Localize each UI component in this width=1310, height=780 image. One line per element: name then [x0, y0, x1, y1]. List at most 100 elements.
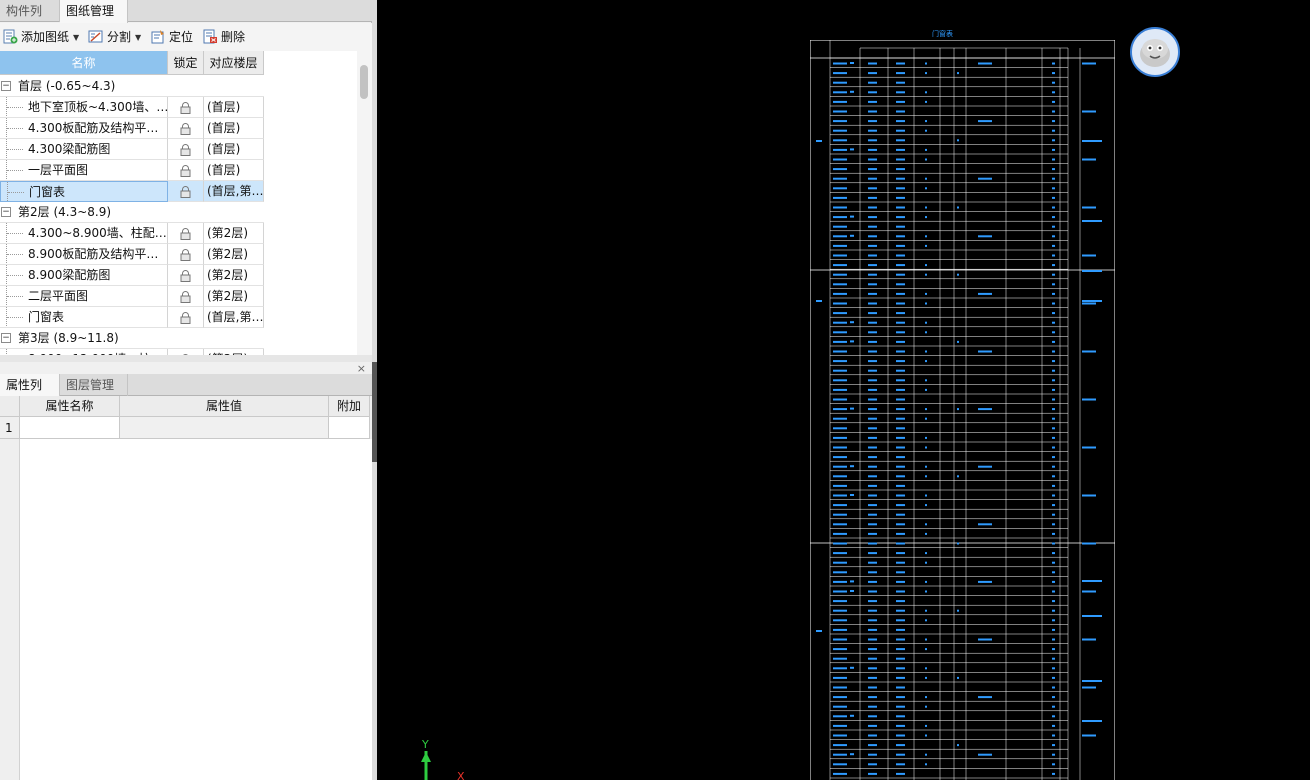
collapse-icon[interactable]: −: [1, 333, 11, 343]
column-header-floor[interactable]: 对应楼层: [204, 51, 264, 75]
property-extra-cell[interactable]: [329, 417, 370, 439]
lock-icon: [180, 123, 191, 138]
property-value-cell[interactable]: [120, 417, 329, 439]
tab-component-list[interactable]: 构件列表: [0, 0, 60, 40]
tree-connector: [7, 254, 23, 255]
group-label: 首层 (-0.65~4.3): [18, 79, 116, 93]
split-button[interactable]: 分割 ▼: [88, 27, 141, 47]
lock-icon: [180, 102, 191, 117]
lock-cell[interactable]: [168, 265, 204, 286]
scrollbar-thumb[interactable]: [360, 65, 368, 99]
properties-panel: × 属性列表 图层管理 属性名称 属性值 附加 1: [0, 362, 372, 780]
drawing-name-cell[interactable]: 8.900板配筋及结构平…: [0, 244, 168, 265]
tree-drawing-row[interactable]: 4.300~8.900墙、柱配… (第2层): [0, 223, 264, 244]
property-name-cell[interactable]: [20, 417, 120, 439]
drawing-name-cell[interactable]: 4.300~8.900墙、柱配…: [0, 223, 168, 244]
lock-cell[interactable]: [168, 118, 204, 139]
drawing-name-cell[interactable]: 8.900梁配筋图: [0, 265, 168, 286]
tree-connector: [7, 275, 23, 276]
collapse-icon[interactable]: −: [1, 81, 11, 91]
column-header-extra: 附加: [329, 396, 370, 417]
floor-cell[interactable]: (首层,第…: [204, 307, 264, 328]
assistant-avatar-icon[interactable]: [1130, 27, 1180, 77]
drawing-name-label: 一层平面图: [28, 163, 89, 177]
tree-group-row[interactable]: − 第2层 (4.3~8.9): [0, 202, 264, 223]
properties-empty-area: [0, 439, 372, 780]
chevron-down-icon: ▼: [73, 33, 80, 42]
lock-icon: [180, 249, 191, 264]
lock-cell[interactable]: [168, 97, 204, 118]
row-number-header: [0, 396, 20, 417]
drawing-title: 门窗表: [932, 30, 953, 38]
lock-cell[interactable]: [168, 160, 204, 181]
drawing-name-label: 门窗表: [29, 185, 66, 199]
group-label: 第3层 (8.9~11.8): [18, 331, 119, 345]
tree-connector: [7, 317, 23, 318]
tab-property-list[interactable]: 属性列表: [0, 374, 60, 414]
drawing-name-cell[interactable]: 4.300板配筋及结构平…: [0, 118, 168, 139]
floor-cell[interactable]: (第2层): [204, 265, 264, 286]
drawing-name-cell[interactable]: 4.300梁配筋图: [0, 139, 168, 160]
lock-cell[interactable]: [168, 286, 204, 307]
drawing-name-cell[interactable]: 一层平面图: [0, 160, 168, 181]
lock-icon: [180, 228, 191, 243]
floor-cell[interactable]: (首层,第…: [204, 181, 264, 202]
floor-cell[interactable]: (第2层): [204, 223, 264, 244]
group-name-cell[interactable]: − 第2层 (4.3~8.9): [0, 202, 264, 223]
column-header-name[interactable]: 名称: [0, 51, 168, 75]
floor-cell[interactable]: (首层): [204, 97, 264, 118]
tree-drawing-row[interactable]: 门窗表 (首层,第…: [0, 307, 264, 328]
tab-drawing-management[interactable]: 图纸管理: [60, 0, 128, 23]
group-label: 第2层 (4.3~8.9): [18, 205, 112, 219]
tree-drawing-row[interactable]: 地下室顶板~4.300墙、… (首层): [0, 97, 264, 118]
delete-icon: [203, 29, 217, 44]
group-name-cell[interactable]: − 首层 (-0.65~4.3): [0, 76, 264, 97]
locate-button[interactable]: 定位: [151, 27, 193, 47]
tree-group-row[interactable]: − 第3层 (8.9~11.8): [0, 328, 264, 349]
panel-splitter-horizontal[interactable]: [0, 355, 372, 362]
floor-cell[interactable]: (首层): [204, 118, 264, 139]
lock-icon: [180, 270, 191, 285]
lock-cell[interactable]: [168, 307, 204, 328]
drawing-name-cell[interactable]: 门窗表: [0, 181, 168, 202]
lock-cell[interactable]: [168, 244, 204, 265]
floor-cell[interactable]: (第2层): [204, 286, 264, 307]
lock-cell[interactable]: [168, 181, 204, 202]
tree-drawing-row[interactable]: 8.900板配筋及结构平… (第2层): [0, 244, 264, 265]
tree-vertical-scrollbar[interactable]: [357, 51, 372, 355]
add-drawing-label: 添加图纸: [21, 30, 70, 44]
floor-cell[interactable]: (第2层): [204, 244, 264, 265]
drawing-name-label: 8.900梁配筋图: [28, 268, 111, 282]
column-header-lock[interactable]: 锁定: [168, 51, 204, 75]
chevron-down-icon: ▼: [135, 33, 142, 42]
drawing-name-cell[interactable]: 二层平面图: [0, 286, 168, 307]
collapse-icon[interactable]: −: [1, 207, 11, 217]
drawing-name-label: 地下室顶板~4.300墙、…: [28, 100, 168, 114]
properties-row-gutter: [0, 439, 20, 780]
tree-drawing-row[interactable]: 门窗表 (首层,第…: [0, 181, 264, 202]
tree-drawing-row[interactable]: 4.300梁配筋图 (首层): [0, 139, 264, 160]
floor-cell[interactable]: (首层): [204, 139, 264, 160]
tree-drawing-row[interactable]: 一层平面图 (首层): [0, 160, 264, 181]
drawing-name-label: 4.300梁配筋图: [28, 142, 111, 156]
tree-connector: [7, 233, 23, 234]
tree-drawing-row[interactable]: 8.900梁配筋图 (第2层): [0, 265, 264, 286]
lock-icon: [180, 186, 191, 201]
drawing-name-cell[interactable]: 门窗表: [0, 307, 168, 328]
floor-cell[interactable]: (首层): [204, 160, 264, 181]
cad-canvas[interactable]: 门窗表 Y X: [377, 0, 1310, 780]
tree-drawing-row[interactable]: 二层平面图 (第2层): [0, 286, 264, 307]
delete-label: 删除: [221, 30, 246, 44]
tree-connector: [7, 107, 23, 108]
delete-button[interactable]: 删除: [203, 27, 245, 47]
add-drawing-button[interactable]: 添加图纸 ▼: [3, 27, 79, 47]
door-window-schedule-drawing[interactable]: [810, 40, 1115, 780]
lock-cell[interactable]: [168, 139, 204, 160]
lock-cell[interactable]: [168, 223, 204, 244]
drawing-name-label: 4.300~8.900墙、柱配…: [28, 226, 167, 240]
tree-group-row[interactable]: − 首层 (-0.65~4.3): [0, 76, 264, 97]
group-name-cell[interactable]: − 第3层 (8.9~11.8): [0, 328, 264, 349]
tree-drawing-row[interactable]: 4.300板配筋及结构平… (首层): [0, 118, 264, 139]
tab-layer-management[interactable]: 图层管理: [60, 374, 128, 396]
drawing-name-cell[interactable]: 地下室顶板~4.300墙、…: [0, 97, 168, 118]
